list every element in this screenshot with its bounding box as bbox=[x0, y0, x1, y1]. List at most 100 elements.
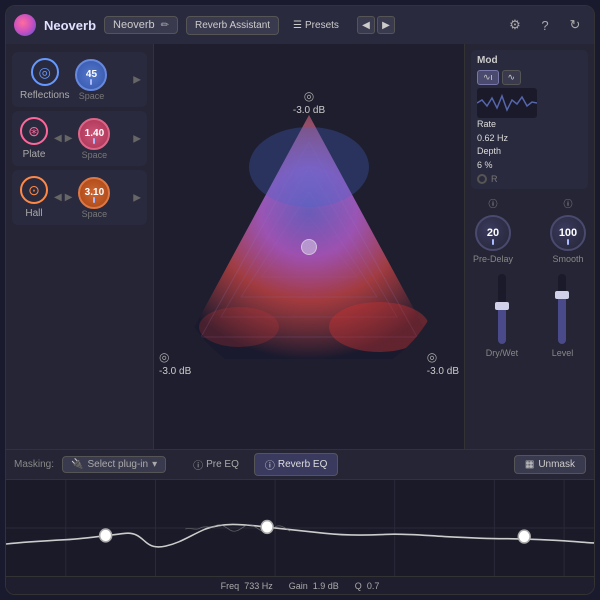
pre-delay-item: ⓘ 20 Pre-Delay bbox=[473, 197, 513, 264]
help-icon[interactable]: ? bbox=[534, 14, 556, 36]
depth-label: Depth bbox=[477, 146, 501, 156]
pre-delay-knob[interactable]: 20 bbox=[475, 215, 511, 251]
sync-icon[interactable]: ↻ bbox=[564, 14, 586, 36]
reflections-icon: ◎ bbox=[31, 58, 59, 86]
dry-wet-fill bbox=[498, 306, 506, 345]
level-item: Level bbox=[552, 274, 574, 358]
reflections-expand-arrow[interactable]: ▶ bbox=[133, 74, 141, 85]
select-plugin-dropdown[interactable]: 🔌 Select plug-in ▾ bbox=[62, 456, 166, 473]
plate-icon: ⊛ bbox=[20, 117, 48, 145]
plate-space-label: Space bbox=[82, 150, 108, 160]
preset-name-box[interactable]: Neoverb ✏ bbox=[104, 16, 178, 34]
unmask-icon: ▦ bbox=[525, 459, 534, 470]
mod-title: Mod bbox=[477, 55, 582, 66]
nav-next-button[interactable]: ▶ bbox=[377, 16, 395, 34]
q-value: 0.7 bbox=[367, 581, 380, 591]
masking-label: Masking: bbox=[14, 459, 54, 470]
pre-eq-info-icon: ⓘ bbox=[193, 457, 203, 472]
noise-display bbox=[477, 88, 537, 118]
reflections-section: ◎ Reflections 45 Space ▶ bbox=[12, 52, 147, 107]
eq-tabs: ⓘ Pre EQ ⓘ Reverb EQ bbox=[182, 453, 338, 476]
level-fill bbox=[558, 295, 566, 344]
center-area: ◎ -3.0 dB ◎ -3.0 dB ◎ -3.0 dB bbox=[154, 44, 464, 449]
preset-name: Neoverb bbox=[113, 19, 155, 31]
eq-canvas[interactable] bbox=[6, 480, 594, 576]
slider-section: Dry/Wet Level bbox=[471, 272, 588, 360]
smooth-knob[interactable]: 100 bbox=[550, 215, 586, 251]
reverb-eq-tab[interactable]: ⓘ Reverb EQ bbox=[254, 453, 338, 476]
right-panel: Mod ∿ι ∿ Rate 0.62 Hz Depth 6 % bbox=[464, 44, 594, 449]
gain-label: Gain bbox=[289, 581, 308, 591]
knob-section: ⓘ 20 Pre-Delay ⓘ 100 Smooth bbox=[471, 193, 588, 268]
mod-btn-wave2[interactable]: ∿ bbox=[502, 70, 522, 85]
mod-buttons: ∿ι ∿ bbox=[477, 70, 582, 85]
hall-prev-arrow[interactable]: ◀ bbox=[54, 192, 62, 203]
sphere-top-label: ◎ -3.0 dB bbox=[293, 89, 325, 116]
smooth-label: Smooth bbox=[552, 254, 583, 264]
sphere-bottom-left-label: ◎ -3.0 dB bbox=[159, 350, 191, 377]
nav-prev-button[interactable]: ◀ bbox=[357, 16, 375, 34]
smooth-value: 100 bbox=[559, 227, 577, 239]
eq-toolbar: Masking: 🔌 Select plug-in ▾ ⓘ Pre EQ ⓘ R… bbox=[6, 450, 594, 480]
depth-value: 6 % bbox=[477, 160, 493, 170]
hall-knob-container: 3.10 Space bbox=[78, 177, 110, 219]
hall-knob[interactable]: 3.10 bbox=[78, 177, 110, 209]
rate-value: 0.62 Hz bbox=[477, 133, 508, 143]
freq-info-bar: Freq 733 Hz Gain 1.9 dB Q 0.7 bbox=[6, 576, 594, 594]
presets-icon: ☰ bbox=[293, 20, 302, 31]
unmask-label: Unmask bbox=[538, 459, 575, 470]
plate-expand-arrow[interactable]: ▶ bbox=[133, 133, 141, 144]
reverb-assistant-button[interactable]: Reverb Assistant bbox=[186, 16, 279, 35]
sphere-container[interactable]: ◎ -3.0 dB ◎ -3.0 dB ◎ -3.0 dB bbox=[169, 107, 449, 387]
gear-icon[interactable]: ⚙ bbox=[504, 14, 526, 36]
smooth-item: ⓘ 100 Smooth bbox=[550, 197, 586, 264]
hall-arrow-controls: ◀ ▶ bbox=[54, 192, 72, 203]
pre-eq-label: Pre EQ bbox=[206, 459, 239, 470]
presets-button[interactable]: ☰ Presets bbox=[287, 17, 345, 34]
level-track[interactable] bbox=[558, 274, 566, 344]
reflections-label: Reflections bbox=[20, 90, 69, 101]
mod-btn-wave1[interactable]: ∿ι bbox=[477, 70, 499, 85]
app-title: Neoverb bbox=[44, 18, 96, 33]
r-radio[interactable] bbox=[477, 174, 487, 184]
rate-label: Rate bbox=[477, 119, 496, 129]
title-bar: Neoverb Neoverb ✏ Reverb Assistant ☰ Pre… bbox=[6, 6, 594, 44]
r-label: R bbox=[491, 174, 498, 184]
presets-label: Presets bbox=[305, 20, 339, 31]
reflections-space-label: Space bbox=[79, 91, 105, 101]
dropdown-arrow-icon: ▾ bbox=[152, 459, 157, 470]
dry-wet-track[interactable] bbox=[498, 274, 506, 344]
hall-next-arrow[interactable]: ▶ bbox=[65, 192, 73, 203]
eq-canvas-area bbox=[6, 480, 594, 576]
reflections-knob[interactable]: 45 bbox=[75, 59, 107, 91]
reverb-eq-label: Reverb EQ bbox=[278, 459, 327, 470]
plate-prev-arrow[interactable]: ◀ bbox=[54, 133, 62, 144]
main-content: ◎ Reflections 45 Space ▶ ⊛ Plate bbox=[6, 44, 594, 449]
plate-knob-container: 1.40 Space bbox=[78, 118, 110, 160]
level-label: Level bbox=[552, 348, 574, 358]
unmask-button[interactable]: ▦ Unmask bbox=[514, 455, 586, 474]
hall-expand-arrow[interactable]: ▶ bbox=[133, 192, 141, 203]
hall-space-label: Space bbox=[82, 209, 108, 219]
sphere-center-dot[interactable] bbox=[301, 239, 317, 255]
dry-wet-thumb[interactable] bbox=[495, 302, 509, 310]
pencil-icon: ✏ bbox=[161, 20, 169, 31]
pre-eq-tab[interactable]: ⓘ Pre EQ bbox=[182, 453, 250, 476]
gain-item: Gain 1.9 dB bbox=[289, 581, 339, 591]
left-sidebar: ◎ Reflections 45 Space ▶ ⊛ Plate bbox=[6, 44, 154, 449]
mod-rate: Rate 0.62 Hz bbox=[477, 118, 582, 145]
reflections-knob-container: 45 Space bbox=[75, 59, 107, 101]
reverb-eq-info-icon: ⓘ bbox=[265, 457, 275, 472]
freq-item: Freq 733 Hz bbox=[221, 581, 273, 591]
mod-section: Mod ∿ι ∿ Rate 0.62 Hz Depth 6 % bbox=[471, 50, 588, 189]
plate-knob[interactable]: 1.40 bbox=[78, 118, 110, 150]
radio-row: R bbox=[477, 174, 582, 184]
mod-depth: Depth 6 % bbox=[477, 145, 582, 172]
plate-label: Plate bbox=[23, 149, 46, 160]
logo-icon bbox=[14, 14, 36, 36]
hall-section: ⊙ Hall ◀ ▶ 3.10 Space ▶ bbox=[12, 170, 147, 225]
bottom-area: Masking: 🔌 Select plug-in ▾ ⓘ Pre EQ ⓘ R… bbox=[6, 449, 594, 594]
plate-next-arrow[interactable]: ▶ bbox=[65, 133, 73, 144]
dry-wet-label: Dry/Wet bbox=[486, 348, 518, 358]
level-thumb[interactable] bbox=[555, 291, 569, 299]
